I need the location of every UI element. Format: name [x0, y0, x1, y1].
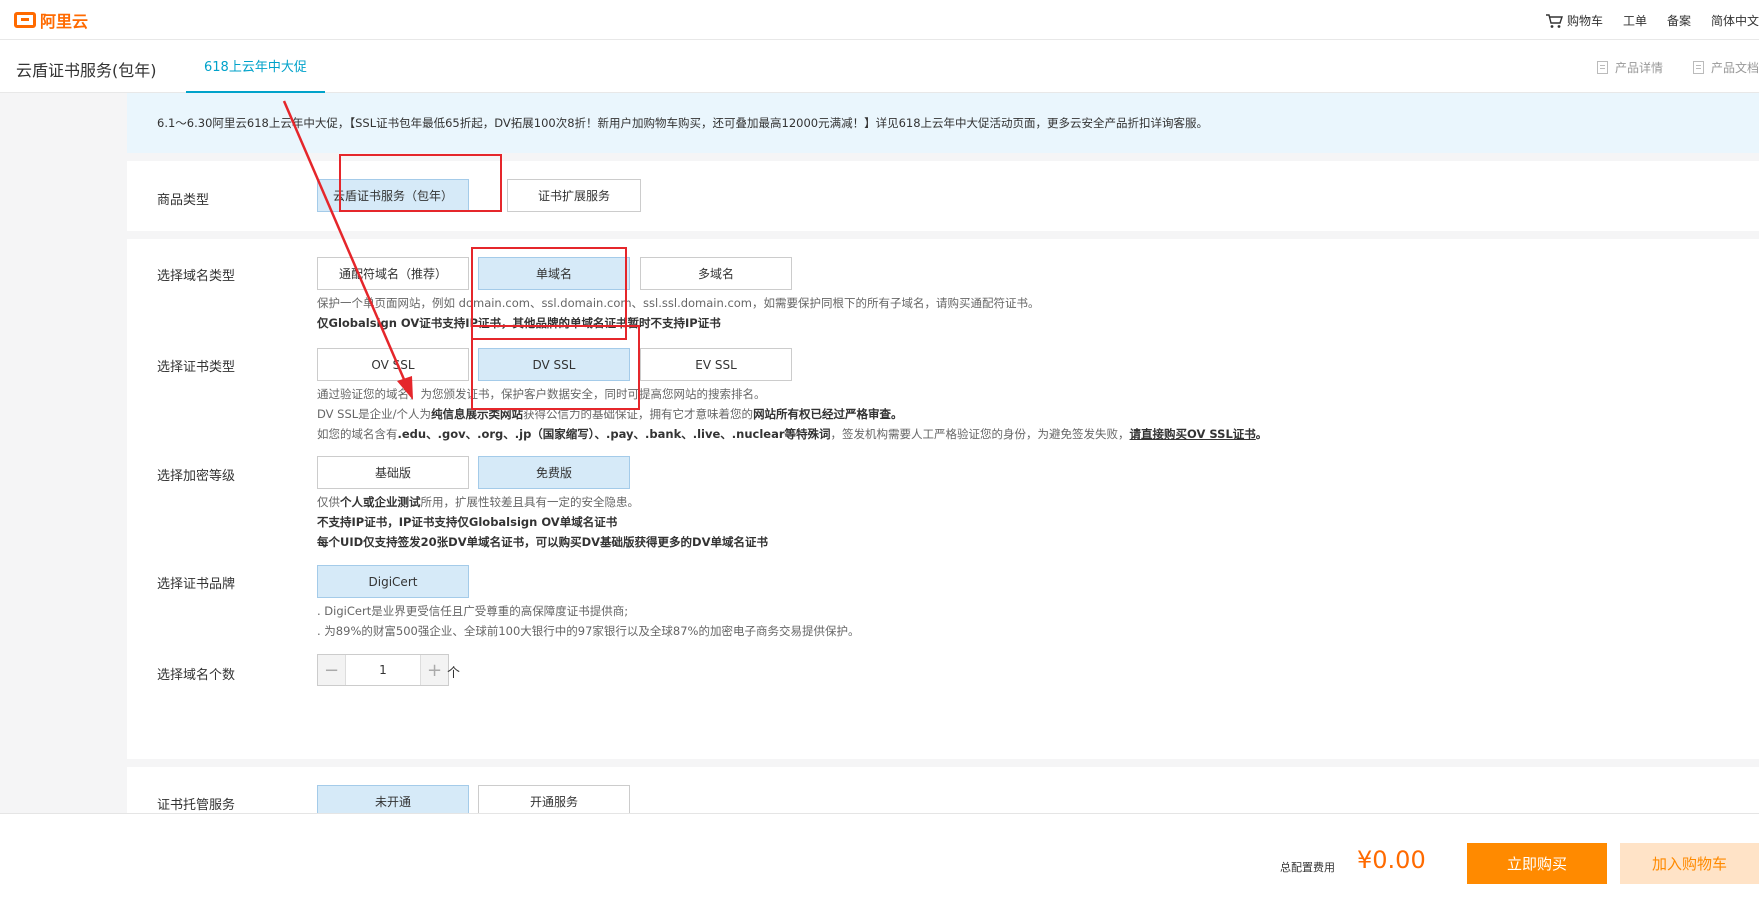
domain-type-desc-1: 保护一个单页面网站，例如 domain.com、ssl.domain.com、s… [317, 296, 1040, 310]
cert-desc-bold: .edu、.gov、.org、.jp（国家缩写）、.pay、.bank、.liv… [397, 427, 831, 441]
brand-desc-1: . DigiCert是业界更受信任且广受尊重的高保障度证书提供商; [317, 604, 629, 618]
encrypt-desc-text: 所用，扩展性较差且具有一定的安全隐患。 [420, 495, 640, 509]
product-links: 产品详情 产品文档 [1567, 59, 1759, 76]
product-type-label: 商品类型 [157, 193, 210, 208]
product-detail-link[interactable]: 产品详情 [1596, 59, 1663, 76]
language-switch[interactable]: 简体中文 [1711, 12, 1759, 29]
domain-count-input[interactable]: 1 [345, 655, 421, 685]
domain-count-label: 选择域名个数 [157, 668, 236, 683]
encrypt-desc-text: 仅供 [317, 495, 340, 509]
cert-desc-bold: 。 [1255, 427, 1268, 441]
cart-label: 购物车 [1566, 13, 1603, 28]
domain-type-desc: 保护一个单页面网站，例如 domain.com、ssl.domain.com、s… [317, 293, 1040, 333]
total-price: ¥0.00 [1357, 846, 1426, 874]
add-to-cart-button[interactable]: 加入购物车 [1620, 843, 1759, 884]
promo-notice: 6.1～6.30阿里云618上云年中大促，【SSL证书包年最低65折起，DV拓展… [127, 93, 1759, 153]
product-doc-label: 产品文档 [1710, 61, 1759, 75]
product-title: 云盾证书服务(包年) [16, 61, 157, 80]
config-section: 选择域名类型 通配符域名（推荐） 单域名 多域名 保护一个单页面网站，例如 do… [127, 239, 1759, 759]
encrypt-level-desc: 仅供个人或企业测试所用，扩展性较差且具有一定的安全隐患。 不支持IP证书，IP证… [317, 492, 768, 552]
brand-desc-2: . 为89%的财富500强企业、全球前100大银行中的97家银行以及全球87%的… [317, 624, 860, 638]
encrypt-desc-2: 不支持IP证书，IP证书支持仅Globalsign OV单域名证书 [317, 515, 618, 529]
filing-link[interactable]: 备案 [1667, 12, 1691, 29]
tab-618-promo[interactable]: 618上云年中大促 [186, 40, 325, 93]
option-basic-edition[interactable]: 基础版 [317, 456, 469, 489]
product-header: 云盾证书服务(包年) 618上云年中大促 产品详情 产品文档 [0, 40, 1759, 93]
logo-text: 阿里云 [40, 12, 89, 31]
annotation-box [471, 325, 640, 410]
encrypt-level-label: 选择加密等级 [157, 469, 236, 484]
cart-icon [1545, 13, 1563, 28]
hosting-label: 证书托管服务 [157, 798, 236, 813]
buy-now-button[interactable]: 立即购买 [1467, 843, 1607, 884]
annotation-box [339, 154, 502, 212]
cert-desc-bold: 网站所有权已经过严格审查。 [753, 407, 903, 421]
product-detail-label: 产品详情 [1614, 61, 1663, 75]
brand-label: 选择证书品牌 [157, 577, 236, 592]
domain-count-stepper: − 1 + [317, 654, 449, 686]
checkout-bar: 总配置费用 ¥0.00 立即购买 加入购物车 [0, 813, 1759, 899]
cert-desc-text: DV SSL是企业/个人为 [317, 407, 432, 421]
top-header: 阿里云 购物车 工单 备案 简体中文 [0, 0, 1759, 40]
aliyun-logo-icon [14, 12, 36, 28]
cert-desc-text: 如您的域名含有 [317, 427, 398, 441]
encrypt-desc-bold: 个人或企业测试 [340, 495, 421, 509]
buy-ov-ssl-link[interactable]: 请直接购买OV SSL证书 [1130, 427, 1256, 441]
total-label: 总配置费用 [1280, 861, 1335, 874]
ticket-link[interactable]: 工单 [1623, 12, 1647, 29]
top-nav: 购物车 工单 备案 简体中文 [1525, 0, 1759, 40]
domain-count-unit: 个 [447, 666, 461, 681]
option-free-edition[interactable]: 免费版 [478, 456, 630, 489]
brand-desc: . DigiCert是业界更受信任且广受尊重的高保障度证书提供商; . 为89%… [317, 601, 859, 641]
decrement-button[interactable]: − [318, 655, 345, 685]
product-doc-link[interactable]: 产品文档 [1692, 59, 1759, 76]
cert-desc-text: ，签发机构需要人工严格验证您的身份，为避免签发失败， [830, 427, 1130, 441]
option-digicert[interactable]: DigiCert [317, 565, 469, 598]
option-wildcard-domain[interactable]: 通配符域名（推荐） [317, 257, 469, 290]
document-icon [1596, 61, 1608, 74]
cert-type-desc-1: 通过验证您的域名，为您颁发证书，保护客户数据安全，同时可提高您网站的搜索排名。 [317, 387, 766, 401]
option-ev-ssl[interactable]: EV SSL [640, 348, 792, 381]
cert-type-desc: 通过验证您的域名，为您颁发证书，保护客户数据安全，同时可提高您网站的搜索排名。 … [317, 384, 1267, 444]
encrypt-desc-3: 每个UID仅支持签发20张DV单域名证书，可以购买DV基础版获得更多的DV单域名… [317, 535, 769, 549]
option-cert-extension[interactable]: 证书扩展服务 [507, 179, 641, 212]
cert-type-label: 选择证书类型 [157, 360, 236, 375]
aliyun-logo[interactable]: 阿里云 [14, 9, 88, 31]
increment-button[interactable]: + [421, 655, 448, 685]
document-icon [1692, 61, 1704, 74]
option-multi-domain[interactable]: 多域名 [640, 257, 792, 290]
domain-type-label: 选择域名类型 [157, 269, 236, 284]
option-ov-ssl[interactable]: OV SSL [317, 348, 469, 381]
cart-link[interactable]: 购物车 [1545, 12, 1603, 29]
